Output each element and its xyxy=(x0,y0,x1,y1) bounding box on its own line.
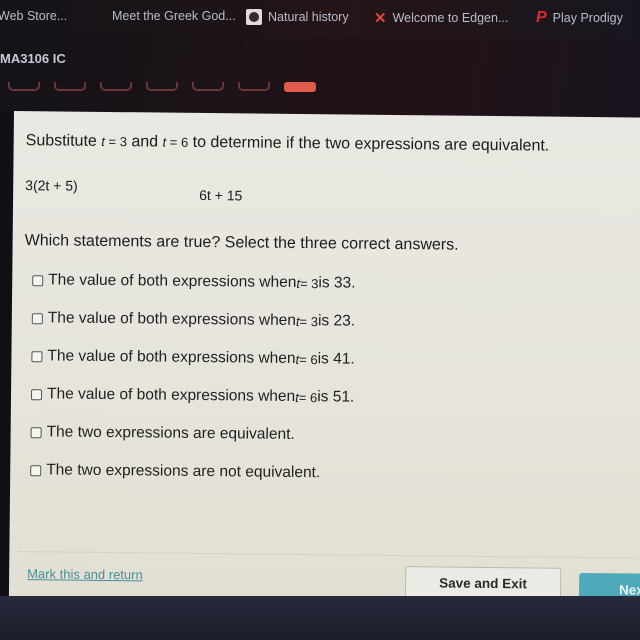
bookmark-edgenuity[interactable]: ✕ Welcome to Edgen... xyxy=(374,9,508,27)
course-title: MA3106 IC xyxy=(0,51,66,66)
question-prompt: Substitute t = 3 and t = 6 to determine … xyxy=(26,132,550,155)
progress-step[interactable] xyxy=(146,82,178,91)
option-text: is 41. xyxy=(317,350,355,368)
prompt-text: and xyxy=(126,133,163,151)
bookmarks-bar: Web Store... Meet the Greek God... Natur… xyxy=(0,0,640,36)
progress-step[interactable] xyxy=(238,82,270,91)
option-text: The two expressions are not equivalent. xyxy=(46,461,321,482)
progress-step[interactable] xyxy=(100,82,132,91)
expression-1: 3(2t + 5) xyxy=(25,177,78,194)
bookmark-label: Natural history xyxy=(268,10,349,24)
progress-step[interactable] xyxy=(54,82,86,91)
value: = 3 xyxy=(104,133,128,150)
question-instruction: Which statements are true? Select the th… xyxy=(24,232,459,254)
answer-option[interactable]: The two expressions are not equivalent. xyxy=(30,461,320,482)
value: = 3 xyxy=(299,313,319,329)
checkbox[interactable] xyxy=(30,426,42,438)
natural-history-icon xyxy=(246,9,262,25)
expression-2: 6t + 15 xyxy=(199,186,243,204)
option-text: The value of both expressions when xyxy=(47,347,296,367)
option-text: The value of both expressions when xyxy=(48,271,297,291)
answer-option[interactable]: The value of both expressions when t = 6… xyxy=(30,385,355,406)
answer-option[interactable]: The value of both expressions when t = 3… xyxy=(32,271,356,292)
bookmark-natural-history[interactable]: Natural history xyxy=(246,9,349,25)
option-text: The value of both expressions when xyxy=(47,309,297,329)
question-panel: Substitute t = 3 and t = 6 to determine … xyxy=(8,111,640,606)
option-text: The value of both expressions when xyxy=(46,385,296,405)
bookmark-greek-gods[interactable]: Meet the Greek God... xyxy=(112,9,236,23)
progress-step[interactable] xyxy=(8,82,40,91)
question-progress xyxy=(8,82,316,92)
answer-option[interactable]: The value of both expressions when t = 6… xyxy=(31,347,355,368)
checkbox[interactable] xyxy=(30,464,42,476)
prodigy-icon: P xyxy=(536,9,547,26)
progress-step-current[interactable] xyxy=(284,82,316,92)
progress-step[interactable] xyxy=(192,82,224,91)
option-text: is 51. xyxy=(317,388,355,406)
prompt-text: to determine if the two expressions are … xyxy=(188,133,550,155)
bookmark-web-store[interactable]: Web Store... xyxy=(0,9,67,23)
bookmark-label: Meet the Greek God... xyxy=(112,9,236,23)
mark-and-return-link[interactable]: Mark this and return xyxy=(27,566,143,582)
checkbox[interactable] xyxy=(31,312,43,324)
option-text: The two expressions are equivalent. xyxy=(46,423,295,443)
option-text: is 23. xyxy=(317,312,356,330)
value: = 6 xyxy=(166,134,189,150)
answer-option[interactable]: The value of both expressions when t = 3… xyxy=(31,309,356,330)
edgenuity-icon: ✕ xyxy=(374,10,387,27)
value: = 6 xyxy=(299,351,318,367)
checkbox[interactable] xyxy=(31,350,43,362)
option-text: is 33. xyxy=(318,274,356,292)
bookmark-label: Play Prodigy xyxy=(552,11,623,25)
bookmark-label: Welcome to Edgen... xyxy=(392,11,509,25)
checkbox[interactable] xyxy=(32,274,44,286)
answer-option[interactable]: The two expressions are equivalent. xyxy=(30,423,295,444)
value: = 3 xyxy=(299,275,319,291)
screen-bezel xyxy=(0,596,640,640)
value: = 6 xyxy=(298,389,318,405)
checkbox[interactable] xyxy=(30,388,43,400)
bookmark-prodigy[interactable]: P Play Prodigy xyxy=(536,9,623,27)
divider xyxy=(17,551,638,559)
bookmark-label: Web Store... xyxy=(0,9,68,23)
save-and-exit-button[interactable]: Save and Exit xyxy=(404,566,562,600)
prompt-text: Substitute xyxy=(25,132,102,150)
